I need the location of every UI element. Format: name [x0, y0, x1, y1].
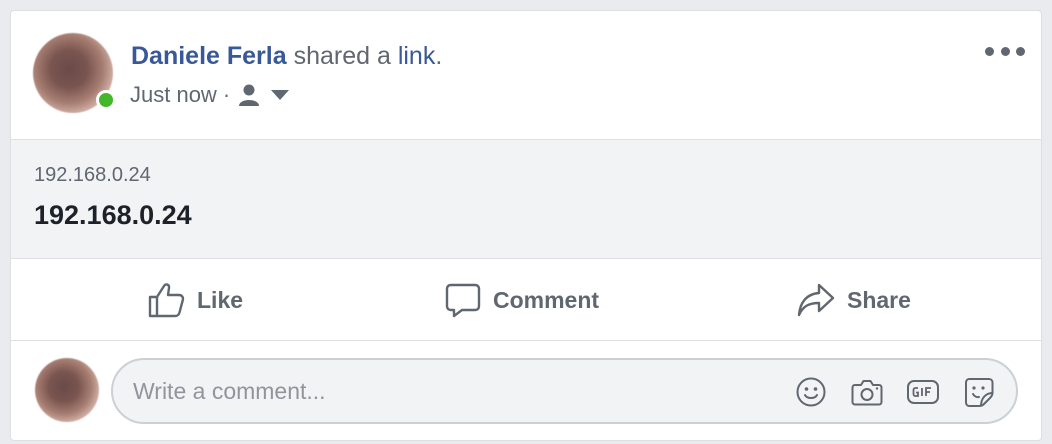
- more-dot: [1000, 46, 1010, 56]
- post-timestamp[interactable]: Just now: [130, 82, 217, 108]
- link-domain: 192.168.0.24: [34, 164, 151, 186]
- audience-selector[interactable]: [238, 83, 290, 107]
- sticker-icon[interactable]: [962, 375, 996, 409]
- like-label: Like: [197, 286, 244, 313]
- more-dot: [985, 46, 994, 56]
- shared-text: shared a: [286, 42, 398, 70]
- link-title[interactable]: 192.168.0.24: [34, 200, 192, 231]
- post-card: Daniele Ferla shared a link. Just now · …: [10, 10, 1042, 441]
- link-preview[interactable]: 192.168.0.24 192.168.0.24: [11, 139, 1041, 259]
- gif-icon[interactable]: [906, 375, 940, 409]
- camera-icon[interactable]: [850, 375, 884, 409]
- author-name-link[interactable]: Daniele Ferla: [131, 42, 287, 70]
- comment-input[interactable]: [133, 360, 773, 422]
- post-headline: Daniele Ferla shared a link.: [131, 41, 442, 71]
- composer-icons: [772, 375, 996, 409]
- comment-bubble-icon: [445, 283, 481, 318]
- comment-button[interactable]: Comment: [445, 279, 599, 321]
- more-dot: [1016, 46, 1025, 56]
- meta-separator: ·: [222, 82, 231, 107]
- smiley-icon[interactable]: [794, 375, 828, 409]
- post-actions-bar: Like Comment Share: [11, 259, 1041, 341]
- chevron-down-icon: [271, 90, 290, 100]
- like-button[interactable]: Like: [147, 279, 243, 321]
- share-arrow-icon: [797, 283, 835, 317]
- comment-label: Comment: [493, 286, 600, 313]
- avatar[interactable]: [35, 358, 99, 422]
- comment-composer: [11, 341, 1041, 442]
- online-status-dot: [96, 90, 116, 110]
- share-label: Share: [847, 286, 911, 313]
- person-icon: [239, 84, 260, 106]
- thumbs-up-icon: [148, 283, 185, 318]
- headline-period: .: [435, 42, 443, 70]
- more-options-icon[interactable]: [985, 39, 1025, 63]
- share-button[interactable]: Share: [797, 279, 911, 321]
- comment-box[interactable]: [111, 358, 1018, 424]
- post-header: Daniele Ferla shared a link. Just now ·: [11, 11, 1041, 139]
- post-meta: Just now ·: [130, 80, 290, 110]
- shared-link-word[interactable]: link: [398, 42, 436, 70]
